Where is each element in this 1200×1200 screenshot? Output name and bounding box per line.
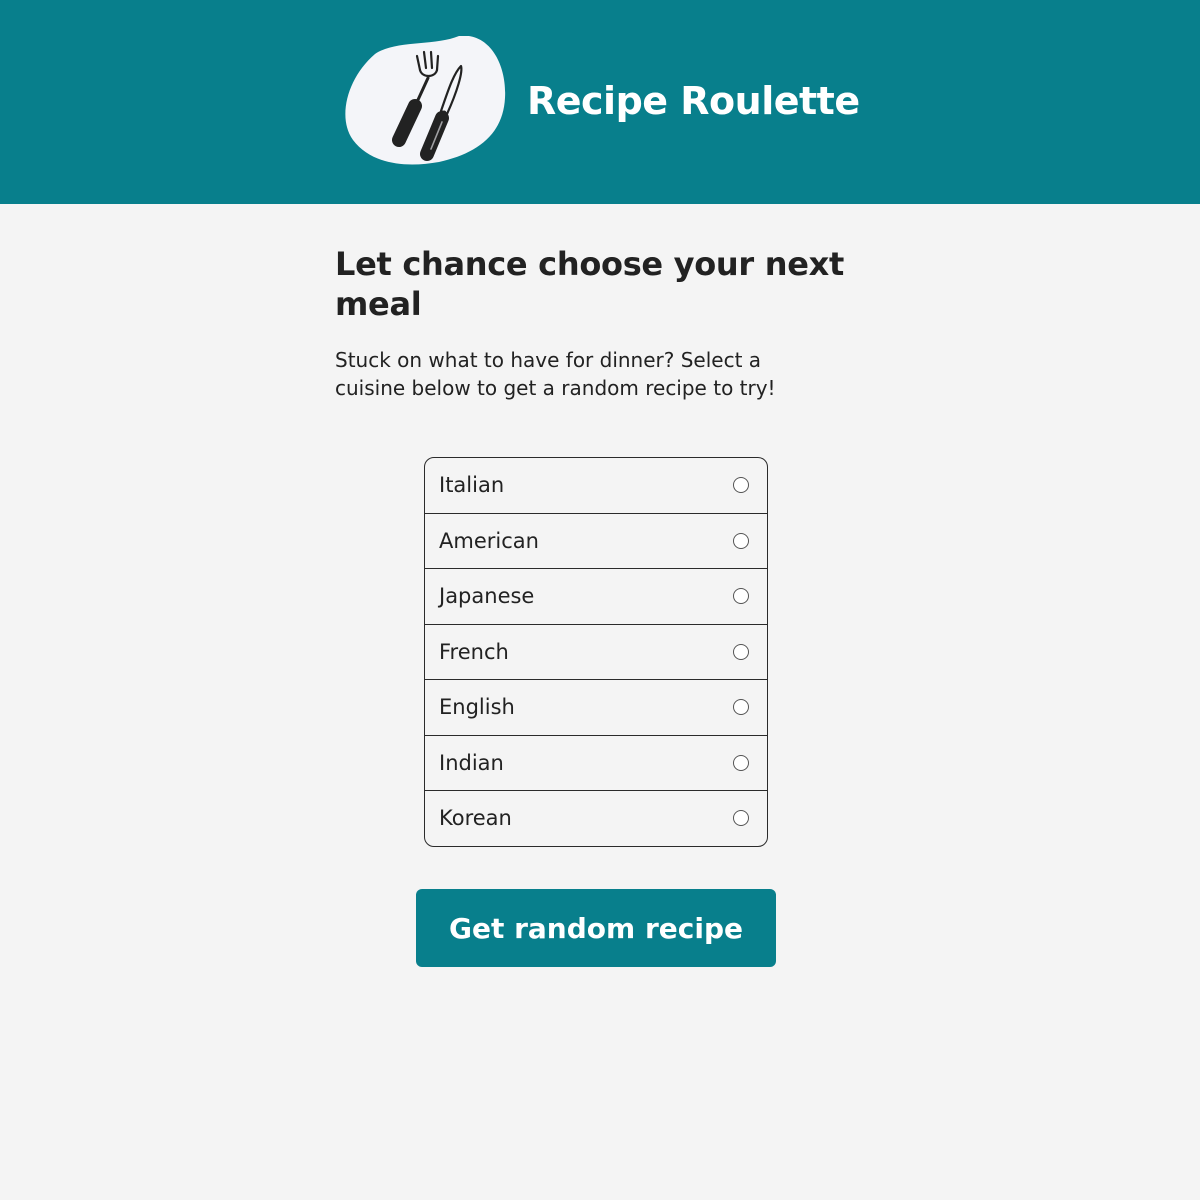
- cuisine-option-label: Indian: [439, 750, 504, 775]
- cuisine-option-japanese[interactable]: Japanese: [425, 568, 767, 624]
- cuisine-radio-group: Italian American Japanese French English…: [424, 457, 768, 847]
- app-header: Recipe Roulette: [0, 0, 1200, 204]
- cuisine-option-indian[interactable]: Indian: [425, 734, 767, 791]
- cuisine-option-french[interactable]: French: [425, 623, 767, 680]
- radio-button[interactable]: [733, 643, 749, 660]
- get-random-recipe-button[interactable]: Get random recipe: [416, 889, 776, 967]
- main-content: Let chance choose your next meal Stuck o…: [335, 244, 865, 402]
- app-title: Recipe Roulette: [527, 79, 860, 123]
- radio-button[interactable]: [733, 588, 749, 605]
- cuisine-option-label: Korean: [439, 806, 512, 831]
- cuisine-option-american[interactable]: American: [425, 512, 767, 569]
- cuisine-option-italian[interactable]: Italian: [425, 458, 767, 513]
- radio-button[interactable]: [733, 754, 749, 771]
- cuisine-option-label: English: [439, 695, 515, 720]
- radio-button[interactable]: [733, 477, 749, 494]
- cuisine-option-english[interactable]: English: [425, 679, 767, 735]
- cuisine-option-label: Japanese: [439, 584, 535, 609]
- fork-knife-icon: [343, 36, 507, 166]
- cuisine-option-label: French: [439, 639, 509, 664]
- cuisine-option-korean[interactable]: Korean: [425, 790, 767, 846]
- cuisine-option-label: Italian: [439, 473, 505, 498]
- radio-button[interactable]: [733, 532, 749, 549]
- radio-button[interactable]: [733, 699, 749, 716]
- page-heading: Let chance choose your next meal: [335, 245, 844, 323]
- intro-text: Stuck on what to have for dinner? Select…: [335, 348, 776, 400]
- radio-button[interactable]: [733, 810, 749, 827]
- cuisine-option-label: American: [439, 528, 539, 553]
